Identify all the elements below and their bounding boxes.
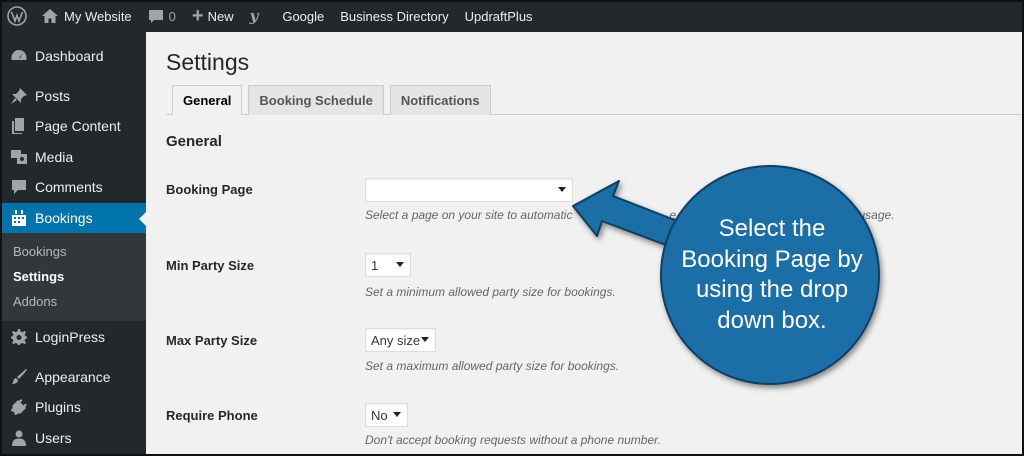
sidebar-item-label: Posts [35,87,71,104]
sidebar-item-label: Users [35,429,72,446]
sidebar-item-bookings[interactable]: Bookings [0,202,146,233]
chevron-down-icon [421,337,429,342]
sidebar-item-label: Bookings [35,209,93,226]
gear-icon [10,328,28,346]
submenu-item-bookings[interactable]: Bookings [0,239,146,264]
sidebar-item-appearance[interactable]: Appearance [0,362,146,393]
require-phone-value: No [371,407,388,423]
plus-icon: + [191,5,204,27]
max-party-size-value: Any size [371,332,421,348]
admin-bar: My Website 0 + New y Google Business Dir… [0,0,1024,32]
comments-link[interactable]: 0 [140,0,184,32]
max-party-size-label: Max Party Size [166,333,258,348]
sidebar-item-label: Plugins [35,399,81,416]
calendar-icon [10,209,28,227]
submenu-item-addons[interactable]: Addons [0,289,146,314]
min-party-size-description: Set a minimum allowed party size for boo… [365,285,616,299]
media-icon [10,148,28,166]
section-title: General [166,133,222,150]
site-name: My Website [64,8,132,24]
main-content: Settings General Booking Schedule Notifi… [146,32,1024,456]
page-title: Settings [166,49,250,75]
site-name-link[interactable]: My Website [34,0,140,32]
min-party-size-select[interactable]: 1 [365,253,411,277]
brush-icon [10,368,28,386]
callout-text: Select the Booking Page by using the dro… [681,215,863,334]
tab-general[interactable]: General [172,85,243,115]
user-icon [10,429,28,447]
yoast-icon: y [249,7,259,25]
comment-count: 0 [168,8,176,24]
sidebar-item-label: Page Content [35,118,121,135]
sidebar-item-plugins[interactable]: Plugins [0,392,146,423]
plug-icon [10,398,28,416]
sidebar-item-label: Dashboard [35,48,104,65]
min-party-size-field: 1 [365,253,411,277]
comment-icon [10,178,28,196]
sidebar-item-comments[interactable]: Comments [0,172,146,203]
sidebar-item-media[interactable]: Media [0,142,146,173]
max-party-size-description: Set a maximum allowed party size for boo… [365,359,620,373]
dashboard-icon [10,47,28,65]
sidebar-item-label: Media [35,148,74,165]
settings-tabs: General Booking Schedule Notifications [172,85,497,115]
require-phone-select[interactable]: No [365,403,408,427]
comment-bubble-icon [148,9,164,24]
min-party-size-value: 1 [371,257,379,273]
yoast-seo-link[interactable]: y [242,0,267,32]
pin-icon [10,87,28,105]
sidebar-item-loginpress[interactable]: LoginPress [0,322,146,353]
chevron-down-icon [558,187,566,192]
sidebar-item-users[interactable]: Users [0,423,146,454]
sidebar-item-posts[interactable]: Posts [0,81,146,112]
sidebar-item-label: Appearance [35,368,111,385]
booking-page-field [365,178,573,202]
new-label: New [207,8,234,24]
booking-page-label: Booking Page [166,182,253,197]
new-content-link[interactable]: + New [184,0,242,32]
home-icon [42,9,58,23]
bookings-submenu: Bookings Settings Addons [0,233,146,321]
sidebar-item-page-content[interactable]: Page Content [0,111,146,142]
chevron-down-icon [396,262,404,267]
booking-page-select[interactable] [365,178,573,202]
require-phone-description: Don't accept booking requests without a … [365,433,662,447]
tab-notifications[interactable]: Notifications [389,85,491,115]
chevron-down-icon [393,412,401,417]
sidebar-item-label: LoginPress [35,329,106,346]
min-party-size-label: Min Party Size [166,258,255,273]
submenu-item-settings[interactable]: Settings [0,264,146,289]
admin-sidebar: Dashboard Posts Page Content Media Comme… [0,32,146,456]
page-icon [10,117,28,135]
adminbar-link-google[interactable]: Google [274,0,332,32]
adminbar-link-business-directory[interactable]: Business Directory [332,0,456,32]
sidebar-item-label: Comments [35,179,103,196]
max-party-size-select[interactable]: Any size [365,328,436,352]
adminbar-link-updraftplus[interactable]: UpdraftPlus [457,0,541,32]
sidebar-item-dashboard[interactable]: Dashboard [0,41,146,72]
tab-booking-schedule[interactable]: Booking Schedule [248,85,384,115]
require-phone-field: No [365,403,408,427]
booking-page-description-start: Select a page on your site to automatic [365,208,573,222]
wordpress-logo-icon[interactable] [0,0,34,32]
max-party-size-field: Any size [365,328,436,352]
require-phone-label: Require Phone [166,408,258,423]
